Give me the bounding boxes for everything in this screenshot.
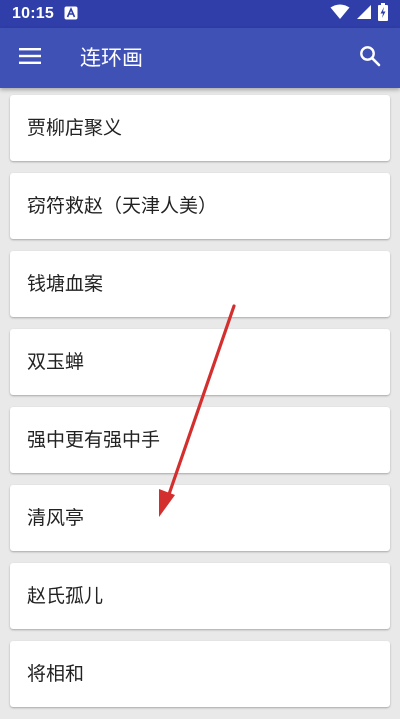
list-item-label: 清风亭 — [27, 507, 85, 529]
list-item[interactable]: 将相和 — [10, 641, 390, 707]
wifi-icon — [330, 4, 350, 24]
list-item[interactable]: 双玉蝉 — [10, 329, 390, 395]
list-item-label: 钱塘血案 — [27, 273, 104, 295]
status-left: 10:15 — [12, 5, 78, 24]
list-item-label: 贾柳店聚义 — [27, 117, 123, 139]
list-item-label: 强中更有强中手 — [27, 429, 161, 451]
menu-button[interactable] — [14, 42, 46, 74]
list-item[interactable]: 窃符救赵（天津人美） — [10, 173, 390, 239]
list-item[interactable]: 钱塘血案 — [10, 251, 390, 317]
list-item[interactable]: 贾柳店聚义 — [10, 95, 390, 161]
list-item-label: 双玉蝉 — [27, 351, 85, 373]
status-right — [330, 3, 388, 25]
search-icon — [359, 45, 381, 71]
search-button[interactable] — [354, 42, 386, 74]
list-item[interactable]: 强中更有强中手 — [10, 407, 390, 473]
comic-list: 贾柳店聚义 窃符救赵（天津人美） 钱塘血案 双玉蝉 强中更有强中手 清风亭 赵氏… — [10, 95, 390, 719]
hamburger-menu-icon — [19, 48, 41, 68]
list-item-label: 窃符救赵（天津人美） — [27, 195, 218, 217]
status-time: 10:15 — [12, 5, 54, 22]
battery-charging-icon — [378, 3, 388, 25]
cellular-signal-icon — [356, 4, 372, 24]
list-item-label: 赵氏孤儿 — [27, 585, 104, 607]
page-title: 连环画 — [80, 46, 143, 70]
status-bar: 10:15 — [0, 0, 400, 28]
list-item-label: 将相和 — [27, 663, 85, 685]
app-bar: 连环画 — [0, 28, 400, 88]
notification-a-icon — [64, 5, 78, 24]
list-item[interactable]: 清风亭 — [10, 485, 390, 551]
list-item[interactable]: 赵氏孤儿 — [10, 563, 390, 629]
